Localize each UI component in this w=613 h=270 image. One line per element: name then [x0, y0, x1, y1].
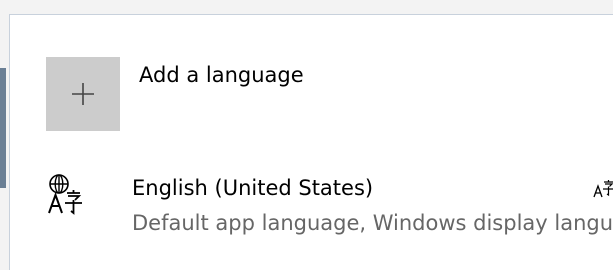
language-item-english-us[interactable]: English (United States) Default app lang… [46, 173, 613, 243]
add-language-button[interactable]: Add a language [46, 57, 566, 131]
languages-panel: Add a language English (United States) D… [9, 14, 613, 270]
background-window-edge [0, 68, 6, 188]
language-description: Default app language, Windows display la… [132, 211, 613, 235]
plus-icon [72, 83, 94, 105]
add-language-label: Add a language [139, 63, 304, 87]
language-name: English (United States) [132, 176, 374, 200]
language-icon [48, 174, 82, 215]
add-language-tile[interactable] [46, 57, 120, 131]
display-language-icon [593, 180, 613, 198]
